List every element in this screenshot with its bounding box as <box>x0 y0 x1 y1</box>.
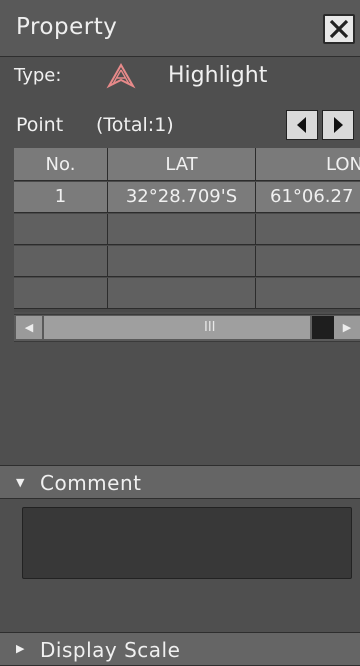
scrollbar-thumb[interactable]: III <box>44 316 310 339</box>
window-title: Property <box>16 14 118 40</box>
table-cell-lat[interactable] <box>108 214 256 245</box>
triangle-right-icon <box>334 117 343 133</box>
table-cell-lon[interactable]: 61°06.27 <box>256 182 360 213</box>
next-point-button[interactable] <box>322 110 354 140</box>
comment-field[interactable] <box>22 507 352 579</box>
table-cell-lat[interactable] <box>108 246 256 277</box>
table-cell-lat[interactable] <box>108 278 256 309</box>
chevron-down-icon: ▼ <box>16 476 25 489</box>
close-icon <box>329 19 349 39</box>
table-cell-no[interactable] <box>14 278 108 309</box>
scrollbar-grip: III <box>204 320 216 335</box>
scroll-left-button[interactable]: ◀ <box>16 316 42 339</box>
table-cell-lon[interactable] <box>256 246 360 277</box>
point-label: Point <box>16 114 64 136</box>
table-cell-lon[interactable] <box>256 214 360 245</box>
display-scale-section-header[interactable]: ▶ Display Scale <box>0 632 360 666</box>
chevron-right-icon: ▶ <box>16 642 25 655</box>
table-cell-lon[interactable] <box>256 278 360 309</box>
triangle-left-icon <box>297 117 306 133</box>
column-header-no[interactable]: No. <box>14 148 108 181</box>
table-cell-no[interactable]: 1 <box>14 182 108 213</box>
horizontal-scrollbar[interactable]: ◀ III ▶ <box>14 314 360 342</box>
type-label: Type: <box>14 65 62 86</box>
comment-section-label: Comment <box>40 471 142 495</box>
points-table: No. LAT LON 1 32°28.709'S 61°06.27 <box>14 148 360 312</box>
column-header-lat[interactable]: LAT <box>108 148 256 181</box>
highlight-triangle-icon <box>106 62 136 89</box>
point-total: (Total:1) <box>96 114 174 136</box>
comment-section-header[interactable]: ▼ Comment <box>0 465 360 499</box>
column-header-lon[interactable]: LON <box>256 148 360 181</box>
table-cell-no[interactable] <box>14 214 108 245</box>
previous-point-button[interactable] <box>286 110 318 140</box>
scroll-right-button[interactable]: ▶ <box>334 316 360 339</box>
close-button[interactable] <box>323 14 355 44</box>
chevron-left-icon: ◀ <box>24 321 34 334</box>
display-scale-section-label: Display Scale <box>40 638 181 662</box>
title-bar: Property <box>0 0 360 57</box>
table-cell-lat[interactable]: 32°28.709'S <box>108 182 256 213</box>
table-cell-no[interactable] <box>14 246 108 277</box>
type-value: Highlight <box>168 63 268 88</box>
chevron-right-icon: ▶ <box>342 321 352 334</box>
